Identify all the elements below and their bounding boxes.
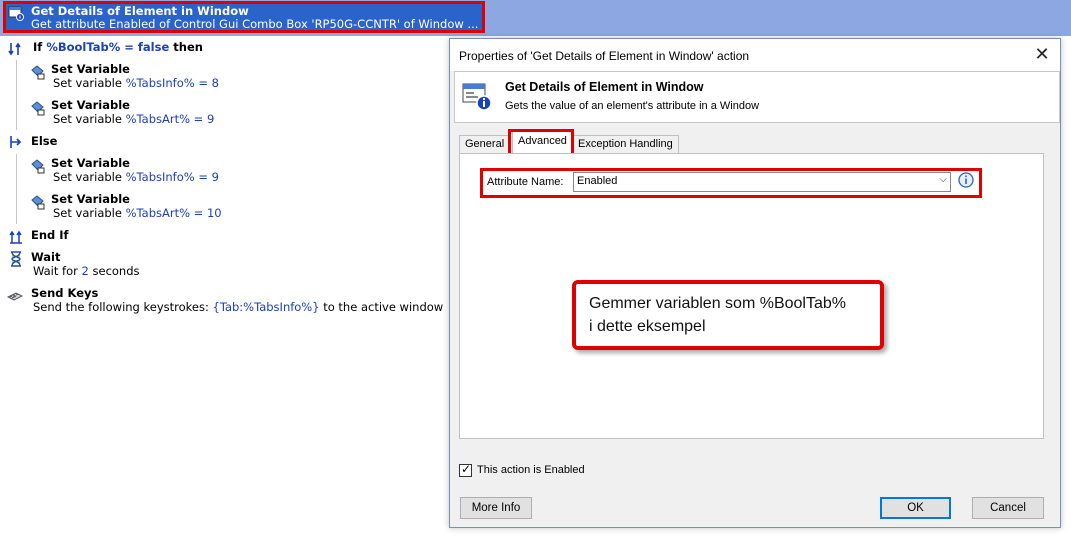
action-header-subtitle: Gets the value of an element's attribute… <box>505 100 760 112</box>
wait-title[interactable]: Wait <box>31 250 60 264</box>
dialog-titlebar[interactable]: Properties of 'Get Details of Element in… <box>450 39 1060 71</box>
if-statement[interactable]: If %BoolTab% = false then <box>33 40 203 54</box>
if-operator: = false <box>124 40 170 54</box>
keyboard-icon <box>7 292 23 301</box>
advanced-panel: Attribute Name: Enabled ⌵ Gemmer variabl… <box>459 153 1044 439</box>
hourglass-icon <box>11 251 21 267</box>
cancel-button[interactable]: Cancel <box>972 497 1044 519</box>
if-then: then <box>173 40 203 54</box>
set-variable-title[interactable]: Set Variable <box>51 192 130 206</box>
set-variable-description: Set variable %TabsArt% = 10 <box>53 206 222 220</box>
action-header: Get Details of Element in Window Gets th… <box>454 71 1060 123</box>
if-variable: %BoolTab% <box>46 40 121 54</box>
selected-action-title: Get Details of Element in Window <box>31 4 249 18</box>
close-icon[interactable]: ✕ <box>1030 43 1054 67</box>
block-guide <box>16 154 17 224</box>
set-variable-title[interactable]: Set Variable <box>51 62 130 76</box>
else-statement[interactable]: Else <box>31 134 57 148</box>
set-variable-icon <box>31 195 45 210</box>
send-keys-title[interactable]: Send Keys <box>31 286 98 300</box>
tab-exception-handling[interactable]: Exception Handling <box>572 135 679 153</box>
window-element-icon <box>462 83 492 111</box>
selected-action-description: Get attribute Enabled of Control Gui Com… <box>31 17 479 31</box>
enabled-checkbox-label: This action is Enabled <box>477 464 585 476</box>
tab-general[interactable]: General <box>459 135 511 153</box>
info-icon[interactable] <box>956 170 976 190</box>
end-if-icon <box>9 230 22 244</box>
attribute-name-label: Attribute Name: <box>487 176 564 188</box>
set-variable-description: Set variable %TabsArt% = 9 <box>53 112 215 126</box>
if-keyword: If <box>33 40 43 54</box>
attribute-name-value: Enabled <box>577 175 618 187</box>
else-icon <box>10 136 22 148</box>
set-variable-icon <box>31 159 45 174</box>
action-header-title: Get Details of Element in Window <box>505 80 704 94</box>
more-info-button[interactable]: More Info <box>460 497 532 519</box>
set-variable-description: Set variable %TabsInfo% = 8 <box>53 76 219 90</box>
checkmark-icon: ✓ <box>461 462 472 476</box>
set-variable-description: Set variable %TabsInfo% = 9 <box>53 170 219 184</box>
dialog-title: Properties of 'Get Details of Element in… <box>459 49 750 63</box>
annotation-callout: Gemmer variablen som %BoolTab% i dette e… <box>572 280 884 350</box>
wait-description: Wait for 2 seconds <box>33 264 140 278</box>
if-icon <box>8 42 21 56</box>
set-variable-icon <box>31 101 45 116</box>
send-keys-description: Send the following keystrokes: {Tab:%Tab… <box>33 300 444 314</box>
set-variable-icon <box>31 65 45 80</box>
annotation-text: Gemmer variablen som %BoolTab% i dette e… <box>589 295 846 335</box>
properties-dialog: Properties of 'Get Details of Element in… <box>449 38 1061 528</box>
end-if-statement[interactable]: End If <box>31 228 69 242</box>
set-variable-title[interactable]: Set Variable <box>51 156 130 170</box>
window-element-icon <box>8 6 24 21</box>
set-variable-title[interactable]: Set Variable <box>51 98 130 112</box>
block-guide <box>16 60 17 130</box>
enabled-checkbox[interactable]: ✓ <box>459 462 472 477</box>
attribute-name-dropdown[interactable]: Enabled ⌵ <box>573 172 951 192</box>
ok-button[interactable]: OK <box>880 497 951 519</box>
chevron-down-icon[interactable]: ⌵ <box>939 174 947 185</box>
